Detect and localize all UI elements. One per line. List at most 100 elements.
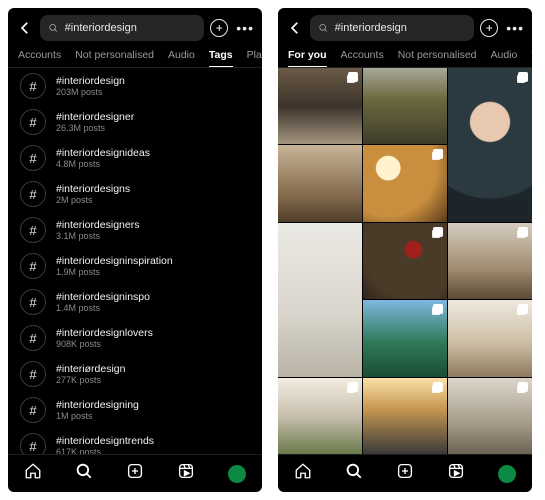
hashtag-icon: # [20, 253, 46, 279]
hashtag-meta: 1.9M posts [56, 267, 173, 277]
grid-post[interactable] [363, 145, 447, 221]
hashtag-icon: # [20, 109, 46, 135]
nav-profile-avatar[interactable] [228, 465, 246, 483]
hashtag-meta: 1M posts [56, 411, 139, 421]
nav-search-icon[interactable] [345, 462, 363, 485]
hashtag-name: #interiordesigninspiration [56, 255, 173, 267]
grid-post[interactable] [278, 145, 362, 221]
hashtag-result-row[interactable]: # #interiordesignlovers908K posts [8, 320, 262, 356]
tab-accounts[interactable]: Accounts [18, 49, 61, 67]
search-icon [318, 22, 329, 34]
hashtag-result-row[interactable]: # #interiordesign203M posts [8, 68, 262, 104]
hashtag-name: #interiørdesign [56, 363, 125, 375]
hashtag-name: #interiordesignideas [56, 147, 150, 159]
nav-home-icon[interactable] [294, 462, 312, 485]
hashtag-name: #interiordesigns [56, 183, 130, 195]
search-input[interactable] [65, 22, 197, 34]
back-button[interactable] [16, 19, 34, 37]
hashtag-result-row[interactable]: # #interiordesigners3.1M posts [8, 212, 262, 248]
hashtag-name: #interiordesign [56, 75, 125, 87]
hashtag-icon: # [20, 73, 46, 99]
carousel-icon [518, 227, 528, 237]
more-options-icon[interactable]: ••• [506, 20, 524, 36]
nav-reels-icon[interactable] [177, 462, 195, 485]
grid-post-tall[interactable] [278, 223, 362, 377]
tab-accounts[interactable]: Accounts [341, 49, 384, 67]
hashtag-result-row[interactable]: # #interiordesigner26.3M posts [8, 104, 262, 140]
hashtag-meta: 908K posts [56, 339, 153, 349]
hashtag-icon: # [20, 289, 46, 315]
carousel-icon [518, 382, 528, 392]
hashtag-result-row[interactable]: # #interiordesigntrends617K posts [8, 428, 262, 454]
hashtag-result-row[interactable]: ##interiordesigninspo1.4M posts [8, 284, 262, 320]
hashtag-icon: # [20, 145, 46, 171]
carousel-icon [433, 149, 443, 159]
tab-tags-partial[interactable]: T [531, 49, 532, 67]
hashtag-results-list[interactable]: ##interiordesign203M posts##interiordesi… [8, 68, 262, 454]
grid-post[interactable] [363, 378, 447, 454]
hashtag-result-row[interactable]: # #interiordesignideas4.8M posts [8, 140, 262, 176]
tab-for-you[interactable]: For you [288, 49, 327, 67]
hashtag-icon: # [20, 325, 46, 351]
search-header: + ••• [278, 8, 532, 45]
hashtag-result-row[interactable]: ##interiørdesign277K posts [8, 356, 262, 392]
tab-places-partial[interactable]: Pla [247, 49, 262, 67]
grid-post[interactable] [363, 300, 447, 376]
hashtag-result-row[interactable]: # #interiordesigninspiration1.9M posts [8, 248, 262, 284]
back-button[interactable] [286, 19, 304, 37]
carousel-icon [518, 304, 528, 314]
tab-tags[interactable]: Tags [209, 49, 233, 67]
hashtag-meta: 4.8M posts [56, 159, 150, 169]
hashtag-meta: 26.3M posts [56, 123, 134, 133]
phone-foryou-screen: + ••• For you Accounts Not personalised … [278, 8, 532, 492]
grid-post[interactable] [363, 223, 447, 299]
carousel-icon [348, 382, 358, 392]
bottom-nav [8, 454, 262, 492]
nav-profile-avatar[interactable] [498, 465, 516, 483]
hashtag-name: #interiordesigner [56, 111, 134, 123]
search-header: + ••• [8, 8, 262, 45]
search-box[interactable] [40, 15, 204, 41]
grid-post[interactable] [363, 68, 447, 144]
nav-reels-icon[interactable] [447, 462, 465, 485]
grid-post[interactable] [278, 378, 362, 454]
hashtag-meta: 203M posts [56, 87, 125, 97]
hashtag-result-row[interactable]: ##interiordesigning1M posts [8, 392, 262, 428]
tab-audio[interactable]: Audio [168, 49, 195, 67]
grid-post[interactable] [448, 300, 532, 376]
search-tabs: Accounts Not personalised Audio Tags Pla [8, 45, 262, 68]
nav-home-icon[interactable] [24, 462, 42, 485]
hashtag-icon: # [20, 397, 46, 423]
tab-not-personalised[interactable]: Not personalised [398, 49, 477, 67]
grid-post[interactable] [278, 68, 362, 144]
create-button[interactable]: + [210, 19, 228, 37]
grid-post[interactable] [448, 223, 532, 299]
nav-search-icon[interactable] [75, 462, 93, 485]
search-icon [48, 22, 59, 34]
hashtag-name: #interiordesigntrends [56, 435, 154, 447]
hashtag-result-row[interactable]: ##interiordesigns2M posts [8, 176, 262, 212]
search-input[interactable] [335, 22, 467, 34]
hashtag-icon: # [20, 433, 46, 454]
grid-post[interactable] [448, 378, 532, 454]
tab-not-personalised[interactable]: Not personalised [75, 49, 154, 67]
hashtag-icon: # [20, 217, 46, 243]
carousel-icon [518, 72, 528, 82]
nav-create-icon[interactable] [126, 462, 144, 485]
bottom-nav [278, 454, 532, 492]
grid-post-tall[interactable] [448, 68, 532, 222]
more-options-icon[interactable]: ••• [236, 20, 254, 36]
hashtag-meta: 3.1M posts [56, 231, 139, 241]
carousel-icon [433, 304, 443, 314]
explore-grid[interactable] [278, 68, 532, 454]
nav-create-icon[interactable] [396, 462, 414, 485]
hashtag-meta: 617K posts [56, 447, 154, 454]
tab-audio[interactable]: Audio [491, 49, 518, 67]
hashtag-name: #interiordesignlovers [56, 327, 153, 339]
carousel-icon [433, 227, 443, 237]
create-button[interactable]: + [480, 19, 498, 37]
hashtag-name: #interiordesigners [56, 219, 139, 231]
phone-tags-screen: + ••• Accounts Not personalised Audio Ta… [8, 8, 262, 492]
hashtag-icon: # [20, 181, 46, 207]
search-box[interactable] [310, 15, 474, 41]
